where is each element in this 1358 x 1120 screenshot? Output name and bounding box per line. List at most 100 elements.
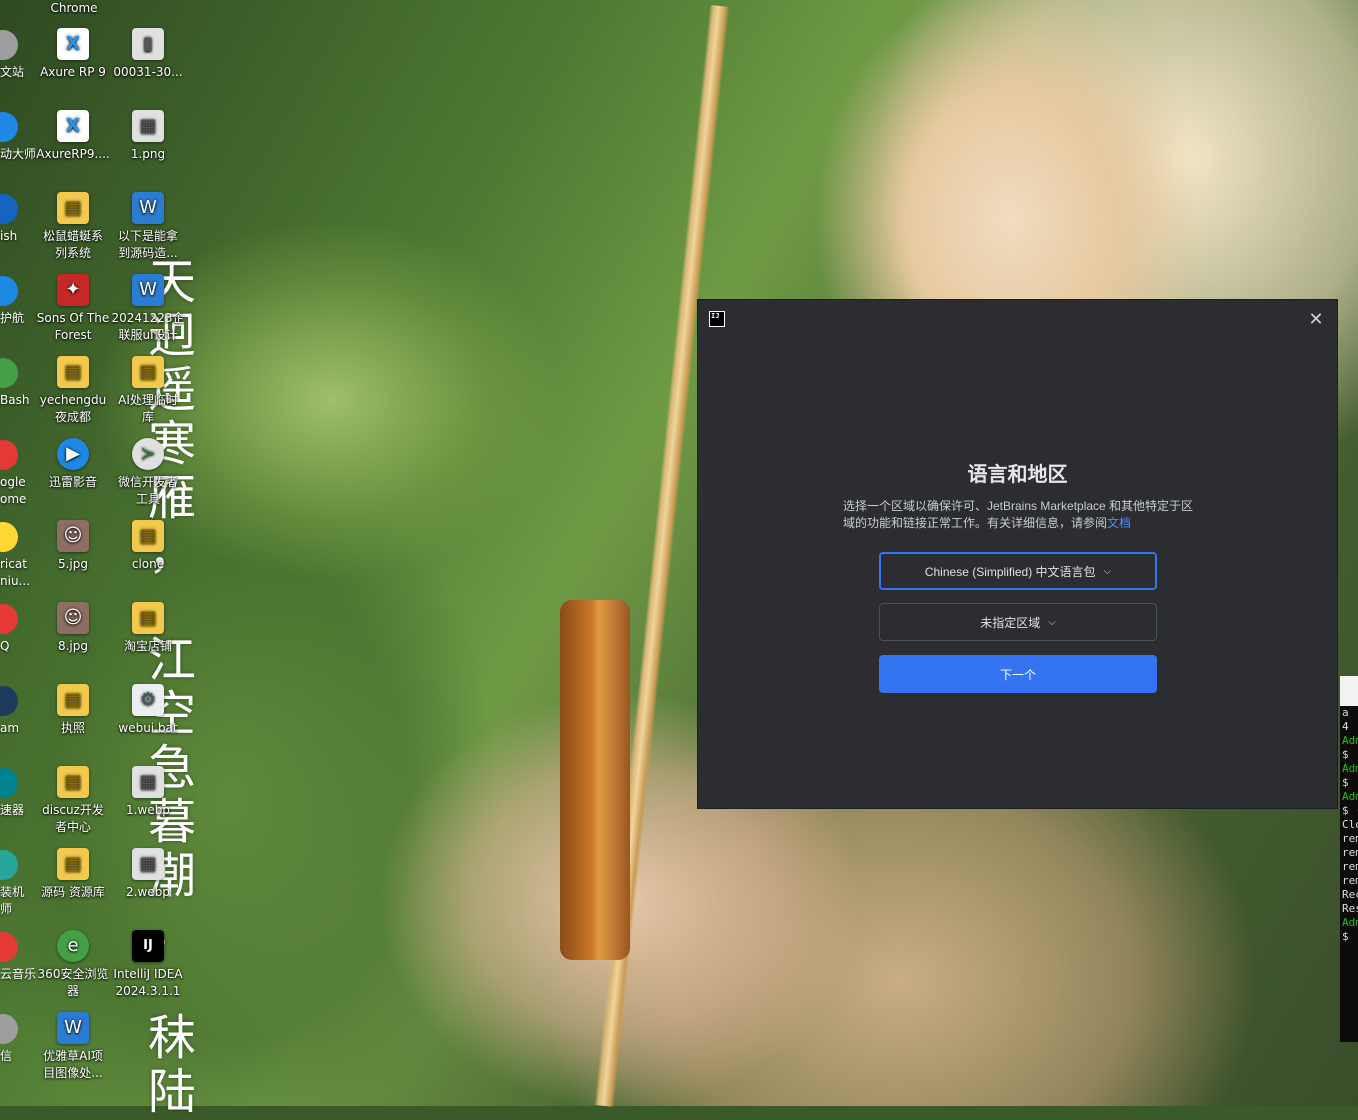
desktop-icon[interactable]: ▮ 00031-30... [110,28,186,81]
desktop-icon-clipped[interactable]: am [0,686,36,737]
terminal-line: Clo [1342,818,1358,831]
desktop-icon-label: 5.jpg [57,557,89,571]
desktop-icon[interactable]: ▤ discuz开发 者中心 [35,766,111,836]
word-doc-icon: W [132,192,164,224]
desktop-icon-label: webui.bat [118,721,178,735]
desktop-icon-label: am [0,721,20,735]
folder-shortcut-icon: ▤ [132,602,164,634]
desktop-icon[interactable]: X Axure RP 9 [35,28,111,81]
desktop-icon[interactable]: W 20241223企 联服ui设计 [110,274,186,344]
close-icon[interactable]: ✕ [1305,308,1327,330]
app-icon [0,768,18,798]
desktop-icon-label: 装机 师 [0,885,25,916]
desktop-icon-label: Bash [0,393,30,407]
desktop-icon[interactable]: ▤ 源码 资源库 [35,848,111,901]
docs-link[interactable]: 文档 [1107,516,1131,530]
next-button[interactable]: 下一个 [879,655,1157,693]
intellij-app-icon: IJ [709,311,725,327]
desktop-icon-label: Axure RP 9 [40,65,106,79]
desktop-icon[interactable]: ≻ 微信开发者 工具 [110,438,186,508]
desktop-icon-label: 执照 [60,721,85,735]
desktop-icon-label: Sons Of The Forest [36,311,110,342]
desktop-icon-clipped[interactable]: 速器 [0,768,36,819]
word-doc-icon: W [132,274,164,306]
desktop-icon[interactable]: ▦ 1.webp [110,766,186,819]
desktop-icon-label: ricat niu... [0,557,30,588]
desktop-icon-clipped[interactable]: 文站 [0,30,36,81]
desktop-icon[interactable]: ▦ 1.png [110,110,186,163]
desktop-icon[interactable]: W 优雅草AI项 目图像处... [35,1012,111,1082]
desktop-icon-label: AI处理临时 库 [118,393,178,424]
desktop-icon[interactable]: ▤ 松鼠蜡蜒系 列系统 [35,192,111,262]
desktop-icon[interactable]: ⚙ webui.bat [110,684,186,737]
desktop-icon-clipped[interactable]: Bash [0,358,36,409]
app-icon [0,358,18,388]
desktop-icon-label: 源码 资源库 [41,885,105,899]
desktop-icon[interactable]: e 360安全浏览 器 [35,930,111,1000]
desktop-icon[interactable]: ▤ clone [110,520,186,573]
terminal-line: 4 [1342,720,1349,733]
terminal-line: a [1342,706,1349,719]
app-icon [0,686,18,716]
desktop-icon-label: 1.webp [126,803,170,817]
desktop-icon[interactable]: X AxureRP9.... [35,110,111,163]
desktop-icon-label: discuz开发 者中心 [42,803,104,834]
desktop-icon-clipped[interactable]: ogle ome [0,440,36,508]
app-icon [0,30,18,60]
desktop-icon[interactable]: ✦ Sons Of The Forest [35,274,111,344]
app-icon [0,932,18,962]
desktop-icon-label: ogle ome [0,475,27,506]
desktop-icon-clipped[interactable]: 装机 师 [0,850,36,918]
desktop-icon-clipped[interactable]: ricat niu... [0,522,36,590]
terminal-tab[interactable] [1340,676,1358,706]
desktop-icon-label: 文站 [0,65,25,79]
desktop-icon[interactable]: ▦ 2.webp [110,848,186,901]
language-select-value: Chinese (Simplified) 中文语言包 [924,564,1096,579]
app-icon [0,440,18,470]
desktop-icon-chrome-label[interactable]: Chrome [36,0,112,17]
batch-file-icon: ⚙ [132,684,164,716]
desktop-icon-label: AxureRP9.... [36,147,110,161]
desktop-icon[interactable]: IJ IntelliJ IDEA 2024.3.1.1 [110,930,186,1000]
desktop-icon-label: 优雅草AI项 目图像处... [43,1049,103,1080]
desktop-icon[interactable]: ☺ 8.jpg [35,602,111,655]
desktop-icon-label: 360安全浏览 器 [37,967,109,998]
desktop-icon-label: Q [0,639,10,653]
game-icon: ✦ [57,274,89,306]
folder-shortcut-icon: ▤ [57,192,89,224]
terminal-line: rem [1342,832,1358,845]
language-select[interactable]: Chinese (Simplified) 中文语言包 ⌵ [879,552,1157,590]
desktop-icon-clipped[interactable]: ish [0,194,36,245]
chevron-down-icon: ⌵ [1048,616,1056,628]
folder-shortcut-icon: ▤ [132,520,164,552]
image-file-icon: ▦ [132,848,164,880]
desktop-icon[interactable]: ▤ 淘宝店铺 [110,602,186,655]
terminal-line: Rec [1342,888,1358,901]
desktop-icon-clipped[interactable]: 动大师 [0,112,36,163]
desktop-icon[interactable]: W 以下是能拿 到源码造... [110,192,186,262]
chevron-down-icon: ⌵ [1103,565,1112,577]
desktop-icon-clipped[interactable]: 护航 [0,276,36,327]
desktop-icon[interactable]: ▤ AI处理临时 库 [110,356,186,426]
desktop-icon[interactable]: ▶ 迅雷影音 [35,438,111,491]
desktop-icon[interactable]: ▤ 执照 [35,684,111,737]
description-text: 选择一个区域以确保许可、JetBrains Marketplace 和其他特定于… [843,499,1194,530]
desktop-icon-clipped[interactable]: 云音乐 [0,932,36,983]
desktop-icon-label: 速器 [0,803,25,817]
desktop-icon-label: 20241223企 联服ui设计 [111,311,185,342]
terminal-window[interactable]: a4Adm$Adm$Adm$ ·CloremremremremRecResAdm… [1340,676,1358,1042]
terminal-line: $ [1342,930,1349,943]
app-icon [0,522,18,552]
intellij-idea-icon: IJ [132,930,164,962]
terminal-line: $ [1342,748,1349,761]
desktop-icon[interactable]: ▤ yechengdu 夜成都 [35,356,111,426]
media-player-icon: ▶ [57,438,89,470]
app-icon [0,850,18,880]
desktop-icon-clipped[interactable]: Q [0,604,36,655]
desktop-icon-clipped[interactable]: 信 [0,1014,36,1065]
wechat-devtools-icon: ≻ [132,438,164,470]
region-select[interactable]: 未指定区域 ⌵ [879,603,1157,641]
desktop-icon[interactable]: ☺ 5.jpg [35,520,111,573]
terminal-line: $ [1342,776,1349,789]
terminal-line: Adm [1342,734,1358,747]
